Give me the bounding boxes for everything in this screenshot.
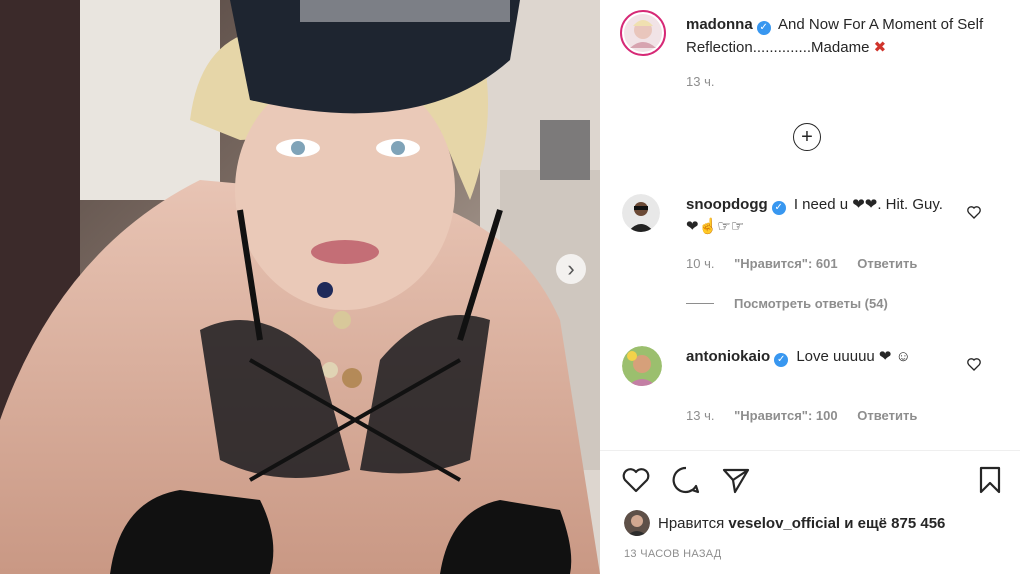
liker-avatar-image (624, 510, 650, 536)
chevron-right-icon: › (567, 256, 575, 281)
load-more-comments-button[interactable]: + (793, 123, 821, 151)
comment-item: antoniokaio ✓ Love uuuuu ❤ ☺ (686, 346, 956, 368)
comment-time[interactable]: 10 ч. (686, 256, 714, 271)
comment-likes[interactable]: "Нравится": 100 (734, 408, 838, 423)
caption-meta: 13 ч. (686, 74, 730, 89)
liker-avatar[interactable] (624, 510, 650, 536)
commenter-avatar[interactable] (622, 194, 660, 232)
likes-prefix: Нравится (658, 514, 725, 532)
comment-likes[interactable]: "Нравится": 601 (734, 256, 838, 271)
cross-mark-icon: ✖ (873, 38, 887, 56)
view-replies-label: Посмотреть ответы (54) (734, 296, 888, 311)
post-action-bar (620, 464, 1010, 500)
author-avatar[interactable] (620, 10, 666, 56)
comment-time[interactable]: 13 ч. (686, 408, 714, 423)
next-photo-button[interactable]: › (556, 254, 586, 284)
liker-username[interactable]: veselov_official (728, 515, 840, 532)
commenter-avatar-image (622, 194, 660, 232)
reply-button[interactable]: Ответить (857, 408, 917, 423)
commenter-avatar[interactable] (622, 346, 662, 386)
comment-username[interactable]: antoniokaio (686, 348, 770, 365)
likes-count[interactable]: и ещё 875 456 (844, 515, 945, 532)
post-photo[interactable]: › (0, 0, 600, 574)
comment-like-heart-icon[interactable] (966, 204, 982, 220)
author-avatar-image (624, 14, 662, 52)
comment-meta: 10 ч. "Нравится": 601 Ответить (686, 256, 933, 271)
comment-like-heart-icon[interactable] (966, 356, 982, 372)
replies-divider (686, 303, 714, 304)
commenter-avatar-image (622, 346, 662, 386)
caption-time[interactable]: 13 ч. (686, 74, 714, 89)
verified-badge-icon: ✓ (756, 21, 771, 35)
actions-separator (600, 450, 1020, 451)
post-sidebar: madonna ✓ And Now For A Moment of Self Re… (600, 0, 1020, 574)
plus-circle-icon: + (801, 126, 813, 148)
heart-icon[interactable] (620, 464, 652, 496)
photo-illustration (0, 0, 600, 574)
reply-button[interactable]: Ответить (857, 256, 917, 271)
bookmark-icon[interactable] (974, 464, 1006, 496)
verified-badge-icon: ✓ (774, 353, 789, 367)
comment-item: snoopdogg ✓ I need u ❤❤. Hit. Guy. ❤☝☞☞ (686, 194, 956, 238)
comment-text: Love uuuuu ❤ ☺ (796, 348, 911, 365)
post-caption: madonna ✓ And Now For A Moment of Self Re… (686, 14, 1006, 59)
comment-username[interactable]: snoopdogg (686, 196, 768, 213)
author-username[interactable]: madonna (686, 16, 753, 33)
comment-meta: 13 ч. "Нравится": 100 Ответить (686, 408, 933, 423)
verified-badge-icon: ✓ (771, 201, 786, 215)
paper-plane-icon[interactable] (720, 464, 752, 496)
view-replies-button[interactable]: Посмотреть ответы (54) (686, 296, 888, 311)
likes-summary: Нравится veselov_official и ещё 875 456 (624, 510, 945, 536)
comment-icon[interactable] (670, 464, 702, 496)
post-timestamp[interactable]: 13 ЧАСОВ НАЗАД (624, 548, 722, 560)
